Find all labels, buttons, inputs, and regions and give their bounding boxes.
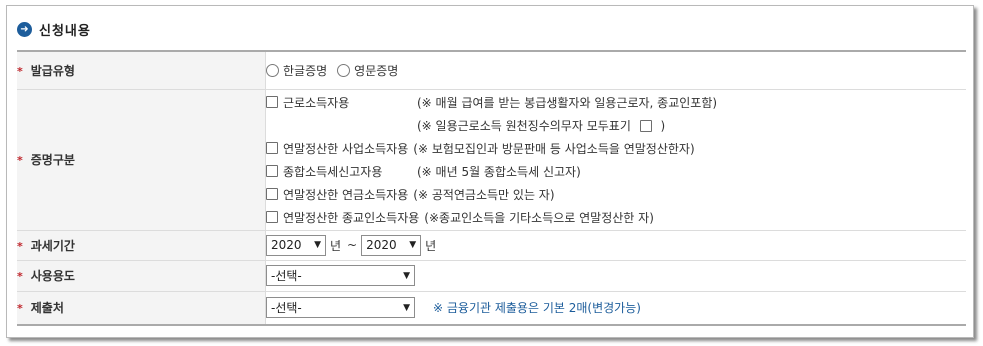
cert-sub-option: (※ 일용근로소득 원천징수의무자 모두표기 ) bbox=[417, 118, 666, 133]
checkbox-comprehensive-income[interactable] bbox=[266, 165, 278, 177]
chevron-down-icon: ▼ bbox=[314, 240, 321, 250]
field-label: * 증명구분 bbox=[17, 89, 266, 231]
required-mark: * bbox=[17, 239, 23, 253]
row-usage: * 사용용도 -선택- ▼ bbox=[17, 260, 966, 292]
row-issue-type: * 발급유형 한글증명 영문증명 bbox=[17, 51, 966, 90]
field-value: 한글증명 영문증명 bbox=[265, 51, 966, 90]
section-title: 신청내용 bbox=[39, 23, 91, 39]
arrow-right-icon: ➜ bbox=[17, 21, 32, 37]
row-cert-type: * 증명구분 근로소득자용 (※ 매월 급여를 받는 봉급생활자와 일용근로자, … bbox=[17, 89, 966, 231]
required-mark: * bbox=[17, 302, 23, 316]
radio-label: 한글증명 bbox=[283, 63, 328, 78]
field-value: -선택- ▼ bbox=[265, 260, 966, 292]
cert-option: 근로소득자용 (※ 매월 급여를 받는 봉급생활자와 일용근로자, 종교인포함) bbox=[266, 91, 966, 114]
section-header: ➜ 신청내용 bbox=[17, 18, 91, 40]
checkbox-pension-income[interactable] bbox=[266, 188, 278, 200]
radio-english-cert[interactable] bbox=[337, 63, 351, 77]
application-form-table: * 발급유형 한글증명 영문증명 * 증명구분 근로소득자용 (※ 매월 급여를 받… bbox=[17, 50, 966, 326]
field-value: 근로소득자용 (※ 매월 급여를 받는 봉급생활자와 일용근로자, 종교인포함)… bbox=[265, 89, 966, 231]
submit-to-select[interactable]: -선택- ▼ bbox=[266, 297, 415, 319]
chevron-down-icon: ▼ bbox=[409, 240, 417, 250]
cert-option: 연말정산한 연금소득자용 (※ 공적연금소득만 있는 자) bbox=[266, 183, 966, 206]
radio-korean-cert[interactable] bbox=[266, 63, 279, 77]
field-value: 2020 ▼ 년 ~ 2020 ▼ 년 bbox=[265, 230, 966, 261]
from-year-select[interactable]: 2020 ▼ bbox=[266, 234, 326, 256]
checkbox-religious-income[interactable] bbox=[266, 211, 278, 223]
checkbox-business-income[interactable] bbox=[266, 142, 278, 154]
cert-option: 연말정산한 종교인소득자용 (※종교인소득을 기타소득으로 연말정산한 자) bbox=[266, 206, 966, 229]
field-label: * 과세기간 bbox=[17, 230, 266, 261]
required-mark: * bbox=[17, 154, 23, 167]
required-mark: * bbox=[17, 270, 23, 283]
checkbox-earned-income[interactable] bbox=[266, 96, 278, 108]
field-value: -선택- ▼ ※ 금융기관 제출용은 기본 2매(변경가능) bbox=[266, 291, 967, 325]
field-label: * 제출처 bbox=[17, 291, 266, 325]
radio-label: 영문증명 bbox=[354, 63, 399, 78]
to-year-select[interactable]: 2020 ▼ bbox=[361, 234, 422, 256]
checkbox-withholding-all[interactable] bbox=[639, 120, 652, 132]
chevron-down-icon: ▼ bbox=[403, 270, 410, 281]
form-panel: ➜ 신청내용 * 발급유형 한글증명 영문증명 * 증명구분 근로소득자용 (※… bbox=[6, 5, 974, 338]
usage-select[interactable]: -선택- ▼ bbox=[266, 265, 415, 286]
chevron-down-icon: ▼ bbox=[403, 302, 410, 313]
field-label: * 발급유형 bbox=[17, 51, 266, 90]
row-submit-to: * 제출처 -선택- ▼ ※ 금융기관 제출용은 기본 2매(변경가능) bbox=[17, 291, 966, 325]
required-mark: * bbox=[17, 64, 23, 78]
row-tax-period: * 과세기간 2020 ▼ 년 ~ 2020 ▼ 년 bbox=[17, 230, 966, 261]
submit-note: ※ 금융기관 제출용은 기본 2매(변경가능) bbox=[433, 301, 641, 316]
field-label: * 사용용도 bbox=[17, 260, 266, 292]
cert-option: 종합소득세신고자용 (※ 매년 5월 종합소득세 신고자) bbox=[266, 160, 966, 183]
cert-option: 연말정산한 사업소득자용 (※ 보험모집인과 방문판매 등 사업소득을 연말정산… bbox=[266, 137, 966, 160]
